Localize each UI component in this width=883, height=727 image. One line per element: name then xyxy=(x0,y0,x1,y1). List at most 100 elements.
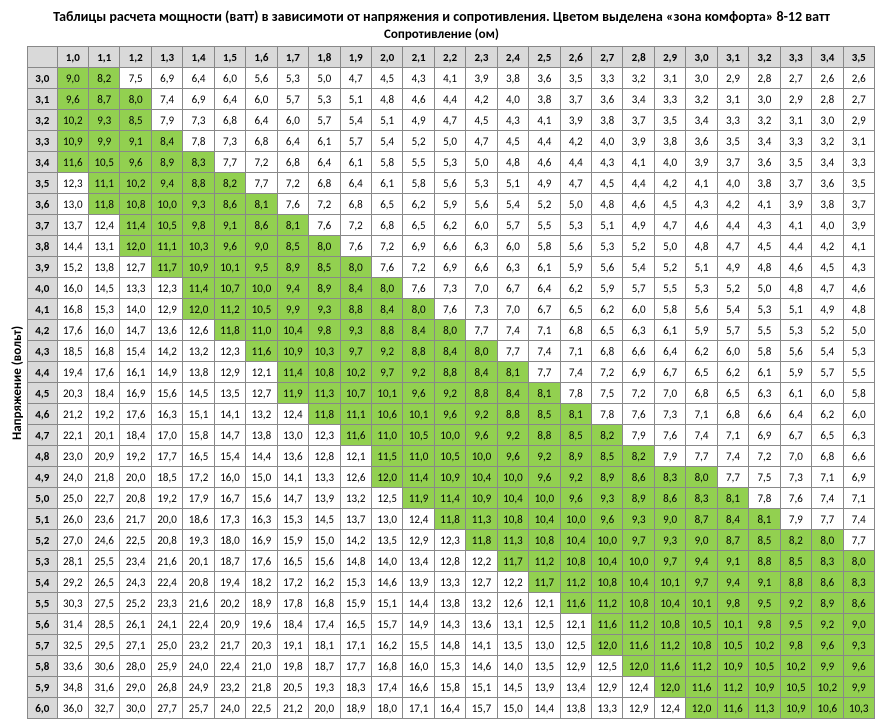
power-cell: 8,6 xyxy=(654,488,685,509)
power-cell: 10,6 xyxy=(812,698,843,719)
power-cell: 10,5 xyxy=(434,446,465,467)
power-cell: 9,7 xyxy=(623,530,654,551)
power-cell: 7,4 xyxy=(151,89,182,110)
power-cell: 3,0 xyxy=(686,68,717,89)
power-cell: 6,4 xyxy=(277,131,308,152)
power-cell: 8,2 xyxy=(592,425,623,446)
col-header: 1,6 xyxy=(246,47,277,68)
power-cell: 12,5 xyxy=(560,635,591,656)
power-cell: 6,1 xyxy=(340,152,371,173)
power-cell: 5,9 xyxy=(592,278,623,299)
power-cell: 11,4 xyxy=(403,467,434,488)
power-cell: 13,6 xyxy=(151,320,182,341)
power-cell: 8,0 xyxy=(340,257,371,278)
power-cell: 9,3 xyxy=(592,488,623,509)
power-cell: 19,2 xyxy=(151,488,182,509)
power-cell: 4,8 xyxy=(686,236,717,257)
col-header: 2,5 xyxy=(529,47,560,68)
power-cell: 10,0 xyxy=(151,194,182,215)
power-cell: 7,1 xyxy=(529,320,560,341)
power-cell: 8,3 xyxy=(843,572,874,593)
power-cell: 9,0 xyxy=(686,530,717,551)
power-cell: 16,5 xyxy=(340,614,371,635)
row-header: 5,6 xyxy=(28,614,58,635)
power-cell: 4,2 xyxy=(812,236,843,257)
power-cell: 7,4 xyxy=(686,425,717,446)
power-cell: 7,8 xyxy=(592,404,623,425)
power-cell: 7,8 xyxy=(560,383,591,404)
col-header: 3,0 xyxy=(686,47,717,68)
power-cell: 23,0 xyxy=(57,446,88,467)
power-cell: 10,5 xyxy=(89,152,120,173)
power-cell: 6,9 xyxy=(623,362,654,383)
power-cell: 13,1 xyxy=(497,614,528,635)
row-header: 3,5 xyxy=(28,173,58,194)
power-cell: 15,1 xyxy=(183,404,214,425)
power-cell: 11,0 xyxy=(246,320,277,341)
power-cell: 19,6 xyxy=(246,614,277,635)
power-cell: 8,2 xyxy=(623,446,654,467)
power-cell: 8,8 xyxy=(434,362,465,383)
power-cell: 11,2 xyxy=(592,593,623,614)
power-cell: 9,2 xyxy=(434,383,465,404)
power-cell: 9,3 xyxy=(89,110,120,131)
power-cell: 13,8 xyxy=(560,698,591,719)
power-cell: 16,3 xyxy=(151,404,182,425)
power-cell: 7,6 xyxy=(623,404,654,425)
power-cell: 12,5 xyxy=(529,614,560,635)
power-cell: 9,8 xyxy=(309,320,340,341)
power-cell: 9,4 xyxy=(151,173,182,194)
power-cell: 10,5 xyxy=(246,299,277,320)
power-cell: 7,3 xyxy=(780,467,811,488)
power-cell: 5,6 xyxy=(246,68,277,89)
power-cell: 8,8 xyxy=(497,404,528,425)
power-cell: 4,3 xyxy=(403,68,434,89)
power-cell: 7,4 xyxy=(529,341,560,362)
power-cell: 10,8 xyxy=(686,635,717,656)
power-cell: 4,4 xyxy=(623,173,654,194)
power-cell: 14,6 xyxy=(371,572,402,593)
power-cell: 14,7 xyxy=(277,488,308,509)
power-cell: 11,5 xyxy=(371,446,402,467)
power-cell: 28,0 xyxy=(120,656,151,677)
power-cell: 16,2 xyxy=(371,635,402,656)
power-cell: 25,5 xyxy=(89,551,120,572)
power-cell: 8,0 xyxy=(403,299,434,320)
power-cell: 13,8 xyxy=(434,593,465,614)
power-cell: 5,9 xyxy=(434,194,465,215)
power-cell: 21,8 xyxy=(89,467,120,488)
power-cell: 17,1 xyxy=(340,635,371,656)
power-cell: 13,6 xyxy=(466,614,497,635)
power-cell: 17,6 xyxy=(57,320,88,341)
power-cell: 3,8 xyxy=(592,110,623,131)
power-cell: 9,2 xyxy=(780,593,811,614)
power-cell: 11,2 xyxy=(214,299,245,320)
power-cell: 22,4 xyxy=(214,656,245,677)
power-cell: 8,7 xyxy=(686,509,717,530)
power-cell: 3,7 xyxy=(623,110,654,131)
power-cell: 10,4 xyxy=(560,530,591,551)
power-cell: 4,1 xyxy=(686,173,717,194)
power-cell: 11,8 xyxy=(214,320,245,341)
power-cell: 8,5 xyxy=(560,425,591,446)
power-cell: 11,6 xyxy=(717,698,748,719)
power-cell: 17,0 xyxy=(151,425,182,446)
power-cell: 16,5 xyxy=(277,551,308,572)
power-cell: 3,5 xyxy=(654,110,685,131)
power-cell: 3,9 xyxy=(560,110,591,131)
power-cell: 19,4 xyxy=(57,362,88,383)
power-cell: 16,9 xyxy=(246,530,277,551)
power-cell: 8,0 xyxy=(812,530,843,551)
power-cell: 19,4 xyxy=(214,572,245,593)
power-cell: 4,9 xyxy=(717,257,748,278)
power-cell: 7,7 xyxy=(686,446,717,467)
power-cell: 6,4 xyxy=(529,278,560,299)
power-cell: 12,0 xyxy=(654,677,685,698)
power-cell: 12,7 xyxy=(246,383,277,404)
power-cell: 18,9 xyxy=(246,593,277,614)
power-cell: 12,1 xyxy=(246,362,277,383)
power-cell: 11,1 xyxy=(151,236,182,257)
col-header: 3,5 xyxy=(843,47,874,68)
power-cell: 13,7 xyxy=(57,215,88,236)
power-cell: 5,6 xyxy=(434,173,465,194)
